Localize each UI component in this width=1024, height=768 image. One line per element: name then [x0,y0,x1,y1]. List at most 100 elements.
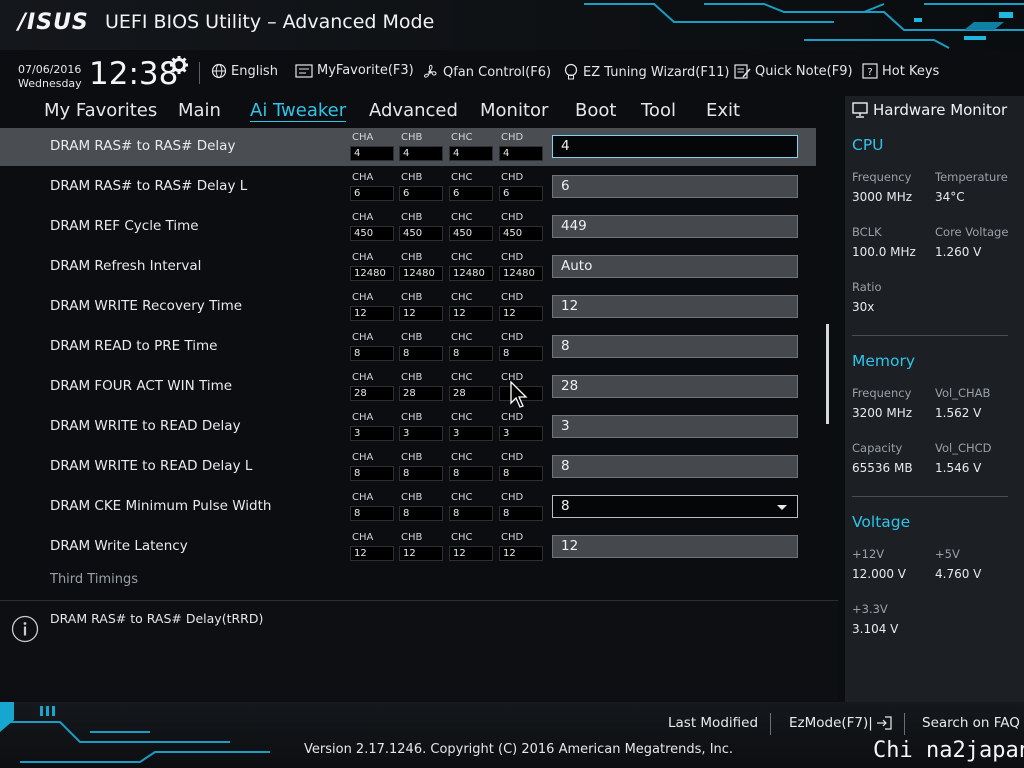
channel-label: CHC [451,172,473,183]
hot-keys-label: Hot Keys [882,63,940,79]
tab-advanced[interactable]: Advanced [369,100,458,121]
setting-value: 28 [561,378,579,394]
setting-value-input[interactable]: 4 [552,135,798,158]
setting-row[interactable]: DRAM REF Cycle Time CHA 450 CHB 450 CHC 450 CHD… [0,208,816,246]
setting-row[interactable]: DRAM Write Latency CHA 12 CHB 12 CHC 12 CHD 12 12 [0,528,816,566]
setting-value: 8 [561,458,570,474]
channel-readout: CHB 12 [399,292,443,321]
scrollbar[interactable] [826,324,829,424]
divider [904,713,905,735]
memory-frequency-value: 3200 MHz [852,406,913,420]
info-bar: 07/06/2016 Wednesday 12:38 English MyFav… [0,50,1024,94]
hardware-monitor-panel: Hardware Monitor CPU Frequency Temperatu… [845,96,1024,702]
channel-label: CHD [501,132,524,143]
channel-value: 3 [399,426,443,441]
channel-label: CHC [451,252,473,263]
channel-value: 4 [350,146,394,161]
myfavorite-button[interactable]: MyFavorite(F3) [295,63,414,78]
core-voltage-label: Core Voltage [935,225,1009,239]
channel-value: 8 [499,346,543,361]
channel-readout: CHD 6 [499,172,543,201]
setting-value-input[interactable]: 6 [552,175,798,198]
quick-note-button[interactable]: Quick Note(F9) [734,63,853,80]
setting-row[interactable]: DRAM RAS# to RAS# Delay CHA 4 CHB 4 CHC 4 CHD 4 4 [0,128,816,166]
copyright-text: Version 2.17.1246. Copyright (C) 2016 Am… [304,742,734,757]
setting-value-input[interactable]: 8 [552,455,798,478]
setting-label: DRAM Write Latency [50,538,188,554]
channel-readout: CHD 4 [499,132,543,161]
channel-value: 12 [399,546,443,561]
cpu-frequency-label: Frequency [852,170,912,184]
ezmode-button[interactable]: EzMode(F7)| [789,715,892,731]
channel-readout: CHB 4 [399,132,443,161]
channel-readout: CHC 3 [449,412,493,441]
capacity-label: Capacity [852,441,903,455]
search-faq-label: Search on FAQ [922,715,1020,731]
tab-exit[interactable]: Exit [706,100,740,121]
channel-readout: CHC 450 [449,212,493,241]
channel-value: 450 [399,226,443,241]
setting-value-input[interactable]: 8 [552,335,798,358]
search-faq-button[interactable]: Search on FAQ [922,715,1020,731]
setting-value-input[interactable]: 28 [552,375,798,398]
setting-row[interactable]: DRAM WRITE Recovery Time CHA 12 CHB 12 CHC 12 C… [0,288,816,326]
setting-dropdown[interactable]: 8 [552,495,798,518]
divider [852,335,1008,336]
channel-value: 6 [499,186,543,201]
setting-value: Auto [561,258,593,274]
watermark-text: Chi na2japan [873,738,1024,763]
setting-row[interactable]: DRAM RAS# to RAS# Delay L CHA 6 CHB 6 CHC 6 CHD… [0,168,816,206]
help-text: DRAM RAS# to RAS# Delay(tRRD) [50,611,264,626]
last-modified-button[interactable]: Last Modified [668,715,758,731]
tab-my-favorites[interactable]: My Favorites [44,100,157,121]
title-bar: /ISUS UEFI BIOS Utility – Advanced Mode [0,0,1024,50]
setting-value-input[interactable]: 3 [552,415,798,438]
vol-chcd-label: Vol_CHCD [935,441,992,455]
channel-value: 12 [399,306,443,321]
channel-label: CHA [352,532,374,543]
tab-boot[interactable]: Boot [575,100,616,121]
ez-tuning-wizard-button[interactable]: EZ Tuning Wizard(F11) [563,63,729,81]
globe-icon [211,63,227,79]
setting-value-input[interactable]: 12 [552,535,798,558]
setting-row[interactable]: DRAM WRITE to READ Delay CHA 3 CHB 3 CHC 3 CHD 3… [0,408,816,446]
setting-label: DRAM WRITE to READ Delay L [50,458,253,474]
setting-row[interactable]: DRAM Refresh Interval CHA 12480 CHB 12480 CHC… [0,248,816,286]
tab-tool[interactable]: Tool [641,100,676,121]
divider [770,713,771,735]
tab-main[interactable]: Main [178,100,221,121]
channel-label: CHB [401,332,423,343]
setting-value-input[interactable]: 12 [552,295,798,318]
channel-readout: CHA 6 [350,172,394,201]
qfan-control-button[interactable]: Qfan Control(F6) [421,63,551,81]
setting-row[interactable]: DRAM WRITE to READ Delay L CHA 8 CHB 8 CHC 8 CH… [0,448,816,486]
tab-monitor[interactable]: Monitor [480,100,548,121]
channel-label: CHA [352,412,374,423]
note-icon [734,64,751,79]
channel-value: 450 [449,226,493,241]
channel-label: CHC [451,452,473,463]
hot-keys-button[interactable]: ? Hot Keys [862,63,939,79]
channel-readout: CHA 28 [350,372,394,401]
voltage-heading: Voltage [852,513,911,531]
circuit-decoration [0,702,270,763]
weekday-display: Wednesday [18,77,82,90]
language-button[interactable]: English [211,63,278,79]
channel-readout: CHC 8 [449,332,493,361]
setting-value-input[interactable]: 449 [552,215,798,238]
channel-readout: CHD 3 [499,412,543,441]
channel-value: 12480 [449,266,493,281]
setting-row[interactable]: DRAM FOUR ACT WIN Time CHA 28 CHB 28 CHC 28 CHD… [0,368,816,406]
setting-row[interactable]: DRAM CKE Minimum Pulse Width CHA 8 CHB 8 CHC 8… [0,488,816,526]
channel-value: 450 [350,226,394,241]
tab-ai-tweaker[interactable]: Ai Tweaker [250,100,347,122]
setting-row[interactable]: DRAM READ to PRE Time CHA 8 CHB 8 CHC 8 CHD 8 8 [0,328,816,366]
setting-label: DRAM CKE Minimum Pulse Width [50,498,272,514]
gear-icon[interactable] [170,56,188,74]
setting-value-input[interactable]: Auto [552,255,798,278]
channel-label: CHC [451,372,473,383]
channel-readout: CHB 12 [399,532,443,561]
bclk-label: BCLK [852,225,882,239]
channel-readout: CHC 4 [449,132,493,161]
channel-label: CHC [451,292,473,303]
